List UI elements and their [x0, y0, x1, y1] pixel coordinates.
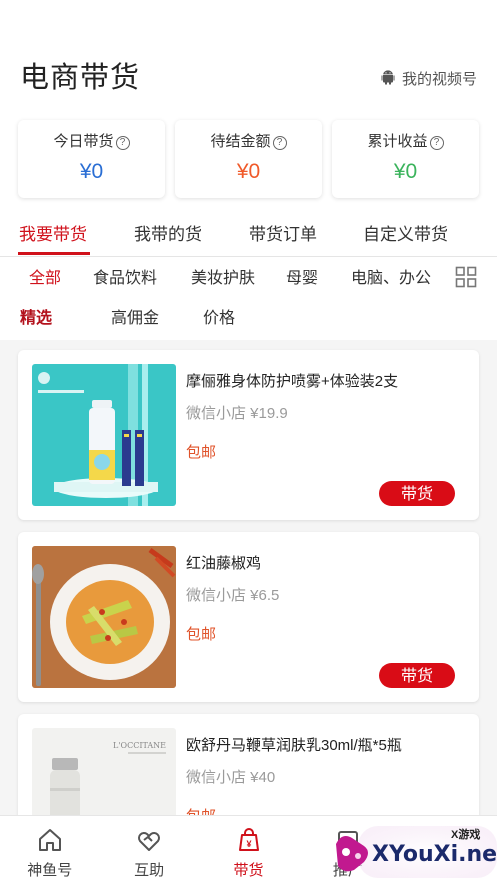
sort-row: 精选 高佣金 价格	[0, 302, 497, 332]
cart-sell-icon: ¥	[238, 828, 259, 851]
watermark: X游戏 XYouXi.net	[328, 818, 497, 883]
sort-commission[interactable]: 高佣金	[111, 304, 159, 328]
page-title: 电商带货	[20, 60, 141, 94]
stat-value: ¥0	[393, 160, 418, 183]
product-name: 摩俪雅身体防护喷雾+体验装2支	[186, 373, 399, 390]
nav-mutual-help[interactable]: 互助	[99, 816, 198, 883]
sort-featured[interactable]: 精选	[20, 304, 52, 328]
svg-text:¥: ¥	[246, 839, 251, 849]
product-image	[32, 364, 176, 506]
info-icon[interactable]: ?	[115, 136, 130, 150]
watermark-small-text: X游戏	[451, 829, 481, 841]
tab-custom[interactable]: 自定义带货	[363, 220, 448, 245]
stat-card-total[interactable]: 累计收益? ¥0	[332, 120, 479, 198]
info-icon[interactable]: ?	[429, 136, 444, 150]
category-beauty[interactable]: 美妆护肤	[191, 264, 255, 288]
category-computer[interactable]: 电脑、办公	[351, 264, 431, 288]
my-video-label: 我的视频号	[401, 71, 477, 88]
page: 电商带货 我的视频号 今日带货? ¥0 待结金额? ¥0 累计收益? ¥0 我要…	[0, 0, 497, 883]
watermark-text: XYouXi.net	[372, 842, 497, 867]
android-icon	[380, 69, 396, 89]
stats-row: 今日带货? ¥0 待结金额? ¥0 累计收益? ¥0	[18, 120, 479, 198]
tab-orders[interactable]: 带货订单	[249, 220, 317, 245]
tab-my-goods[interactable]: 我带的货	[134, 220, 202, 245]
stat-label: 待结金额	[210, 133, 271, 150]
product-card[interactable]: 摩俪雅身体防护喷雾+体验装2支 微信小店 ¥19.9 包邮 带货	[18, 350, 479, 520]
nav-shenyuhao[interactable]: 神鱼号	[0, 816, 99, 883]
stat-label: 今日带货	[53, 133, 114, 150]
product-price: 微信小店 ¥40	[186, 769, 276, 786]
product-price: 微信小店 ¥19.9	[186, 405, 288, 422]
stat-value: ¥0	[236, 160, 261, 183]
tab-sell[interactable]: 我要带货	[19, 220, 87, 245]
brand-logo-text: L'OCCITANE	[113, 741, 166, 750]
category-all[interactable]: 全部	[29, 264, 61, 288]
sell-button[interactable]: 带货	[379, 481, 455, 506]
nav-sell[interactable]: ¥ 带货	[199, 816, 298, 883]
product-price: 微信小店 ¥6.5	[186, 587, 280, 604]
grid-icon[interactable]	[455, 266, 477, 288]
product-card[interactable]: 红油藤椒鸡 微信小店 ¥6.5 包邮 带货	[18, 532, 479, 702]
info-icon[interactable]: ?	[272, 136, 287, 150]
stat-card-pending[interactable]: 待结金额? ¥0	[175, 120, 322, 198]
shipping-tag: 包邮	[186, 444, 217, 461]
nav-label: 互助	[134, 862, 165, 879]
category-row: 全部 食品饮料 美妆护肤 母婴 电脑、办公	[0, 262, 497, 292]
handshake-icon	[138, 832, 161, 851]
home-icon	[38, 829, 61, 851]
shipping-tag: 包邮	[186, 626, 217, 643]
main-tabs: 我要带货 我带的货 带货订单 自定义带货	[0, 215, 497, 257]
stat-value: ¥0	[79, 160, 104, 183]
product-name: 红油藤椒鸡	[186, 555, 262, 572]
product-name: 欧舒丹马鞭草润肤乳30ml/瓶*5瓶	[186, 737, 402, 754]
product-image	[32, 546, 176, 688]
active-tab-indicator	[18, 252, 90, 255]
category-food[interactable]: 食品饮料	[93, 264, 157, 288]
my-video-link[interactable]: 我的视频号	[380, 68, 477, 89]
sell-button[interactable]: 带货	[379, 663, 455, 688]
header: 电商带货 我的视频号	[0, 48, 497, 108]
nav-label: 带货	[233, 862, 264, 879]
stat-card-today[interactable]: 今日带货? ¥0	[18, 120, 165, 198]
sort-price[interactable]: 价格	[203, 304, 235, 328]
category-baby[interactable]: 母婴	[286, 264, 318, 288]
stat-label: 累计收益	[367, 133, 428, 150]
nav-label: 神鱼号	[27, 862, 73, 879]
